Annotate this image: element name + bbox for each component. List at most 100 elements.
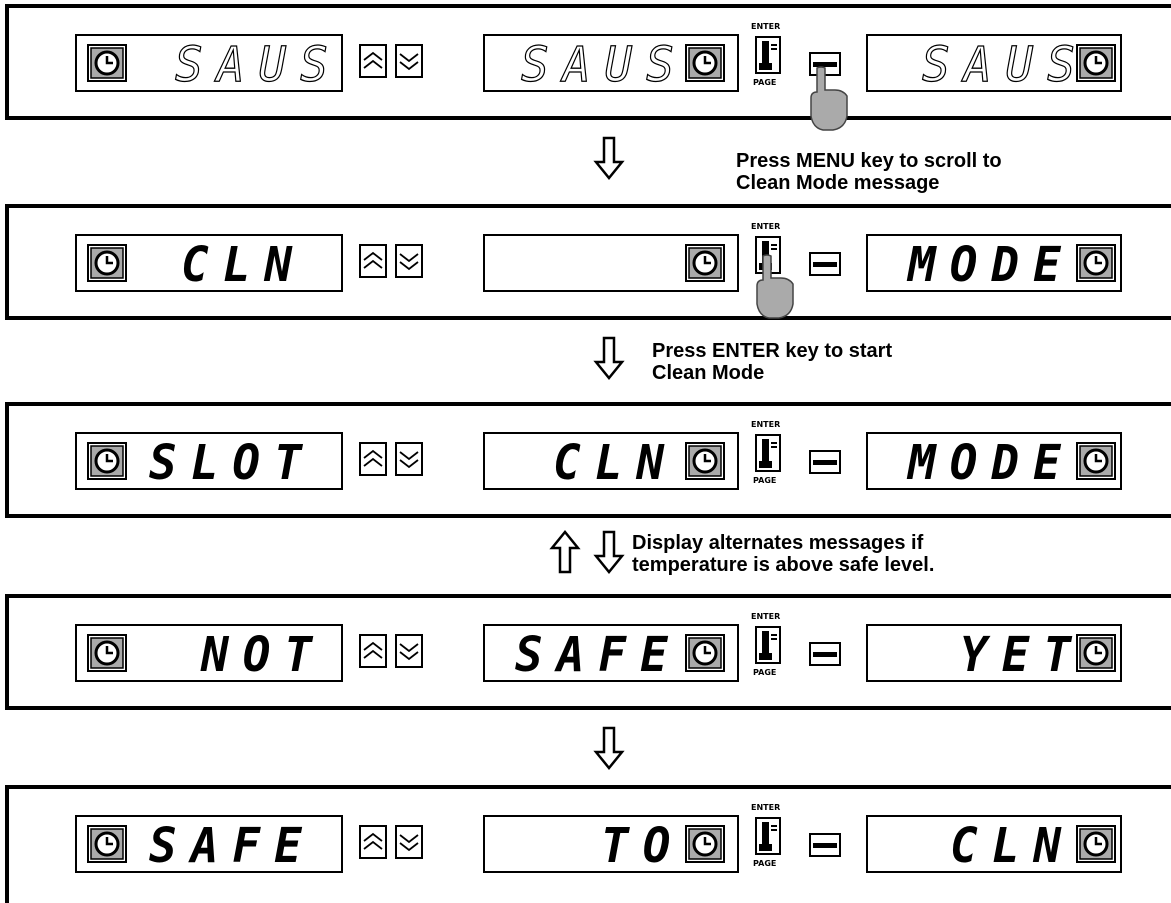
- right-display: CLN: [866, 815, 1122, 873]
- up-arrow-key[interactable]: [359, 825, 387, 859]
- note-line: Clean Mode: [652, 362, 765, 384]
- enter-key[interactable]: ENTER PAGE: [749, 420, 789, 512]
- right-display: YET: [866, 624, 1122, 682]
- down-arrow-icon: [593, 136, 625, 180]
- double-chevron-up-icon: [363, 832, 383, 850]
- left-display: CLN: [75, 234, 343, 292]
- thermometer-icon: [755, 434, 781, 472]
- down-arrow-icon: [593, 726, 625, 770]
- clock-icon: [1076, 44, 1116, 82]
- down-arrow-key[interactable]: [395, 244, 423, 278]
- double-chevron-down-icon: [399, 451, 419, 469]
- clock-icon: [1076, 634, 1116, 672]
- display-panel-1: SAUS SAUS ENTER PAGE SAUS: [5, 4, 1171, 131]
- up-arrow-key[interactable]: [359, 634, 387, 668]
- display-panel-4: NOT SAFE ENTER PAGE YET: [5, 594, 1171, 710]
- enter-label: ENTER: [751, 612, 781, 621]
- double-chevron-down-icon: [399, 834, 419, 852]
- display-panel-5: SAFE TO ENTER PAGE CLN: [5, 785, 1171, 903]
- left-display: SAFE: [75, 815, 343, 873]
- thermometer-icon: [755, 626, 781, 664]
- middle-display: CLN: [483, 432, 739, 490]
- double-chevron-up-icon: [363, 641, 383, 659]
- right-display-text: MODE: [908, 433, 1075, 491]
- left-display: NOT: [75, 624, 343, 682]
- clock-icon: [685, 44, 725, 82]
- double-chevron-down-icon: [399, 253, 419, 271]
- middle-display: [483, 234, 739, 292]
- enter-label: ENTER: [751, 222, 781, 231]
- clock-icon: [685, 634, 725, 672]
- clock-icon: [87, 825, 127, 863]
- up-arrow-icon: [549, 530, 581, 574]
- note-display-alternates: Display alternates messages if temperatu…: [632, 532, 934, 576]
- thermometer-icon: [755, 817, 781, 855]
- clock-icon: [1076, 244, 1116, 282]
- clock-icon: [685, 825, 725, 863]
- double-chevron-down-icon: [399, 53, 419, 71]
- display-panel-2: CLN ENTER MODE: [5, 204, 1171, 320]
- right-display: MODE: [866, 234, 1122, 292]
- middle-display: SAFE: [483, 624, 739, 682]
- display-panel-3: SLOT CLN ENTER PAGE MODE: [5, 402, 1171, 518]
- pointing-hand-icon: [756, 254, 794, 319]
- double-chevron-up-icon: [363, 51, 383, 69]
- right-display-text: YET: [960, 625, 1086, 683]
- left-display-text: SAFE: [149, 816, 316, 874]
- up-arrow-key[interactable]: [359, 44, 387, 78]
- left-display: SLOT: [75, 432, 343, 490]
- clock-icon: [87, 44, 127, 82]
- down-arrow-key[interactable]: [395, 825, 423, 859]
- note-line: Press ENTER key to start: [652, 340, 893, 362]
- enter-label: ENTER: [751, 22, 781, 31]
- note-line: Press MENU key to scroll to: [736, 150, 1002, 172]
- note-line: Clean Mode message: [736, 172, 940, 194]
- left-display: SAUS: [75, 34, 343, 93]
- double-chevron-up-icon: [363, 251, 383, 269]
- double-chevron-up-icon: [363, 449, 383, 467]
- clock-icon: [87, 634, 127, 672]
- middle-display: SAUS: [483, 34, 739, 93]
- middle-display-text: CLN: [553, 433, 679, 491]
- right-display-text: CLN: [950, 816, 1076, 874]
- down-arrow-key[interactable]: [395, 442, 423, 476]
- thermometer-icon: [755, 36, 781, 74]
- down-arrow-icon: [593, 530, 625, 574]
- clock-icon: [1076, 442, 1116, 480]
- enter-label: ENTER: [751, 420, 781, 429]
- menu-key[interactable]: [809, 252, 841, 276]
- enter-key[interactable]: ENTER PAGE: [749, 22, 789, 114]
- enter-key[interactable]: ENTER PAGE: [749, 612, 789, 704]
- page-label: PAGE: [753, 78, 777, 87]
- down-arrow-key[interactable]: [395, 634, 423, 668]
- middle-display: TO: [483, 815, 739, 873]
- left-display-text: SAUS: [174, 35, 342, 93]
- left-display-text: CLN: [181, 235, 307, 293]
- page-label: PAGE: [753, 668, 777, 677]
- double-chevron-down-icon: [399, 643, 419, 661]
- right-display-text: SAUS: [921, 35, 1089, 93]
- menu-key[interactable]: [809, 833, 841, 857]
- right-display: SAUS: [866, 34, 1122, 93]
- menu-key[interactable]: [809, 450, 841, 474]
- up-arrow-key[interactable]: [359, 244, 387, 278]
- left-display-text: SLOT: [149, 433, 316, 491]
- note-press-enter: Press ENTER key to start Clean Mode: [652, 340, 892, 384]
- down-arrow-key[interactable]: [395, 44, 423, 78]
- clock-icon: [1076, 825, 1116, 863]
- menu-key[interactable]: [809, 642, 841, 666]
- clock-icon: [685, 244, 725, 282]
- clock-icon: [87, 244, 127, 282]
- enter-label: ENTER: [751, 803, 781, 812]
- pointing-hand-icon: [810, 66, 848, 131]
- middle-display-text: SAFE: [515, 625, 682, 683]
- down-arrow-icon: [593, 336, 625, 380]
- clock-icon: [87, 442, 127, 480]
- note-press-menu: Press MENU key to scroll to Clean Mode m…: [736, 150, 1002, 194]
- clock-icon: [685, 442, 725, 480]
- middle-display-text: TO: [601, 816, 685, 874]
- up-arrow-key[interactable]: [359, 442, 387, 476]
- right-display: MODE: [866, 432, 1122, 490]
- note-line: Display alternates messages if: [632, 532, 924, 554]
- enter-key[interactable]: ENTER PAGE: [749, 803, 789, 895]
